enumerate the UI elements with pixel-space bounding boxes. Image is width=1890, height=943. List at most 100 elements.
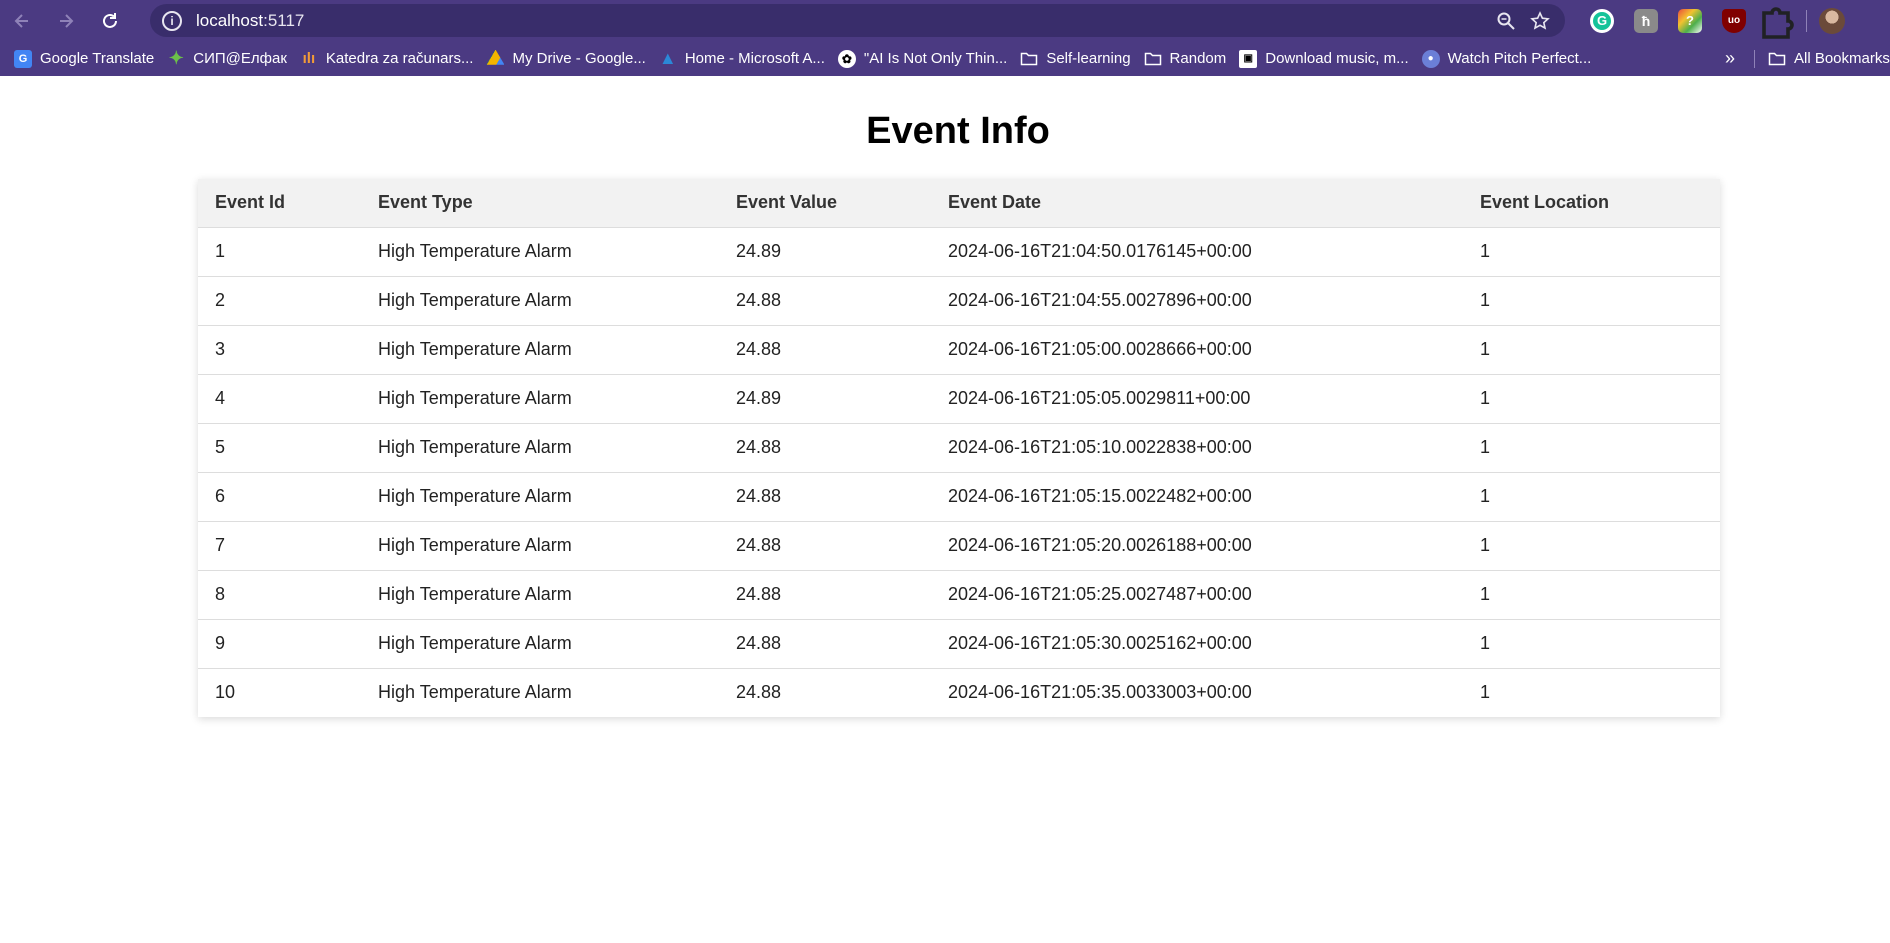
event-value-cell: 24.88 <box>736 535 782 555</box>
bookmark-sip-elfak[interactable]: ✦ СИП@Елфак <box>165 45 296 73</box>
grammarly-extension[interactable]: G <box>1580 0 1624 41</box>
ublock-icon: uo <box>1722 8 1746 33</box>
site-info-icon[interactable]: i <box>162 10 182 31</box>
event-value-cell: 24.88 <box>736 682 782 703</box>
event-location-cell: 1 <box>1480 241 1491 261</box>
extension-2[interactable]: ћ <box>1624 0 1668 41</box>
event-value-cell: 24.88 <box>736 437 782 457</box>
back-button[interactable] <box>0 0 44 41</box>
event-date-cell: 2024-06-16T21:05:00.0028666+00:00 <box>948 339 1252 359</box>
chatgpt-icon: ✿ <box>837 49 856 68</box>
puzzle-icon <box>1762 6 1794 39</box>
grammarly-icon: G <box>1590 8 1614 33</box>
bookmark-chatgpt[interactable]: ✿ "AI Is Not Only Thin... <box>836 45 1016 73</box>
event-date-cell: 2024-06-16T21:05:05.0029811+00:00 <box>948 388 1251 408</box>
bookmark-star-button[interactable] <box>1523 4 1557 37</box>
column-header-event-id: Event Id <box>215 192 286 213</box>
all-bookmarks-button[interactable]: All Bookmarks <box>1768 41 1890 76</box>
event-location-cell: 1 <box>1480 388 1491 408</box>
profile-avatar[interactable] <box>1819 7 1845 34</box>
folder-icon <box>1020 50 1038 68</box>
event-type-cell: High Temperature Alarm <box>378 388 572 408</box>
bookmark-label: Home - Microsoft A... <box>684 50 825 67</box>
ublock-extension[interactable]: uo <box>1712 0 1756 41</box>
download-site-icon: ▣ <box>1239 49 1258 68</box>
event-id-cell: 5 <box>215 437 226 457</box>
event-type-cell: High Temperature Alarm <box>378 633 572 653</box>
bookmark-folder-self-learning[interactable]: Self-learning <box>1018 45 1139 73</box>
forward-button[interactable] <box>44 0 88 41</box>
event-location-cell: 1 <box>1480 437 1491 457</box>
table-row: 7 High Temperature Alarm 24.88 2024-06-16T2… <box>198 521 1720 570</box>
bookmarks-bar: G Google Translate ✦ СИП@Елфак ılı Kated… <box>0 41 1890 76</box>
table-row: 3 High Temperature Alarm 24.88 2024-06-16T2… <box>198 325 1720 374</box>
bookmark-watch-pitch-perfect[interactable]: ● Watch Pitch Perfect... <box>1420 45 1601 73</box>
bookmark-katedra[interactable]: ılı Katedra za računars... <box>298 45 483 73</box>
url-host: localhost <box>196 10 264 30</box>
event-table: Event Id Event Type Event Value Event Da… <box>198 179 1720 717</box>
url-port: :5117 <box>263 10 305 30</box>
table-row: 9 High Temperature Alarm 24.88 2024-06-16T2… <box>198 619 1720 668</box>
table-body: 1 High Temperature Alarm 24.89 2024-06-16T2… <box>198 227 1720 717</box>
bookmark-microsoft-azure[interactable]: ▲ Home - Microsoft A... <box>657 45 834 73</box>
event-type-cell: High Temperature Alarm <box>378 437 572 457</box>
colorful-extension-icon: ? <box>1678 8 1702 33</box>
event-value-cell: 24.88 <box>736 486 782 506</box>
event-location-cell: 1 <box>1480 486 1491 506</box>
table-row: 4 High Temperature Alarm 24.89 2024-06-16T2… <box>198 374 1720 423</box>
table-row: 2 High Temperature Alarm 24.88 2024-06-16T2… <box>198 276 1720 325</box>
bookmark-google-translate[interactable]: G Google Translate <box>12 45 163 73</box>
address-bar[interactable]: i localhost:5117 <box>150 4 1565 37</box>
zoom-button[interactable] <box>1489 4 1523 37</box>
event-location-cell: 1 <box>1480 682 1491 703</box>
arrow-left-icon <box>14 13 28 28</box>
bookmark-label: Random <box>1169 50 1227 67</box>
event-date-cell: 2024-06-16T21:05:25.0027487+00:00 <box>948 584 1252 604</box>
column-header-event-location: Event Location <box>1480 192 1610 213</box>
bookmark-folder-random[interactable]: Random <box>1142 45 1236 73</box>
table-row: 8 High Temperature Alarm 24.88 2024-06-16T2… <box>198 570 1720 619</box>
table-row: 10 High Temperature Alarm 24.88 2024-06-16T… <box>198 668 1720 717</box>
google-drive-icon <box>486 49 505 65</box>
event-value-cell: 24.89 <box>736 388 782 408</box>
bookmark-download-music[interactable]: ▣ Download music, m... <box>1237 45 1417 73</box>
katedra-icon: ılı <box>302 50 316 67</box>
event-type-cell: High Temperature Alarm <box>378 682 572 703</box>
event-id-cell: 4 <box>215 388 226 408</box>
table-row: 1 High Temperature Alarm 24.89 2024-06-16T2… <box>198 227 1720 276</box>
table-row: 6 High Temperature Alarm 24.88 2024-06-16T2… <box>198 472 1720 521</box>
event-location-cell: 1 <box>1480 633 1491 653</box>
event-value-cell: 24.89 <box>736 241 782 261</box>
table-header-row: Event Id Event Type Event Value Event Da… <box>198 179 1720 227</box>
google-translate-icon: G <box>14 49 32 68</box>
table-row: 5 High Temperature Alarm 24.88 2024-06-16T2… <box>198 423 1720 472</box>
column-header-event-date: Event Date <box>948 192 1042 213</box>
bookmark-label: Google Translate <box>40 50 155 67</box>
arrow-right-icon <box>60 13 74 28</box>
event-type-cell: High Temperature Alarm <box>378 584 572 604</box>
bookmark-label: My Drive - Google... <box>512 50 646 67</box>
bookmark-google-drive[interactable]: My Drive - Google... <box>484 45 654 73</box>
folder-icon <box>1144 50 1162 68</box>
url-text[interactable]: localhost:5117 <box>196 11 1489 31</box>
extensions-menu-button[interactable] <box>1756 0 1800 41</box>
event-date-cell: 2024-06-16T21:05:30.0025162+00:00 <box>948 633 1252 653</box>
bookmark-label: Katedra za računars... <box>325 50 474 67</box>
gray-extension-icon: ћ <box>1634 8 1658 33</box>
event-id-cell: 9 <box>215 633 226 653</box>
bookmark-label: Self-learning <box>1046 50 1131 67</box>
event-date-cell: 2024-06-16T21:05:35.0033003+00:00 <box>948 682 1252 703</box>
more-bookmarks-chevron-icon[interactable]: » <box>1716 41 1744 76</box>
bookmark-label: СИП@Елфак <box>193 50 287 67</box>
event-id-cell: 8 <box>215 584 226 604</box>
bookmarks-divider <box>1754 50 1755 68</box>
sip-elfak-icon: ✦ <box>168 48 184 68</box>
extensions-area: G ћ ? uo <box>1580 0 1845 41</box>
bookmark-label: "AI Is Not Only Thin... <box>863 50 1008 67</box>
extension-3[interactable]: ? <box>1668 0 1712 41</box>
event-type-cell: High Temperature Alarm <box>378 339 572 359</box>
folder-icon <box>1768 52 1786 65</box>
reload-button[interactable] <box>88 0 132 41</box>
event-date-cell: 2024-06-16T21:05:20.0026188+00:00 <box>948 535 1252 555</box>
event-id-cell: 7 <box>215 535 226 555</box>
